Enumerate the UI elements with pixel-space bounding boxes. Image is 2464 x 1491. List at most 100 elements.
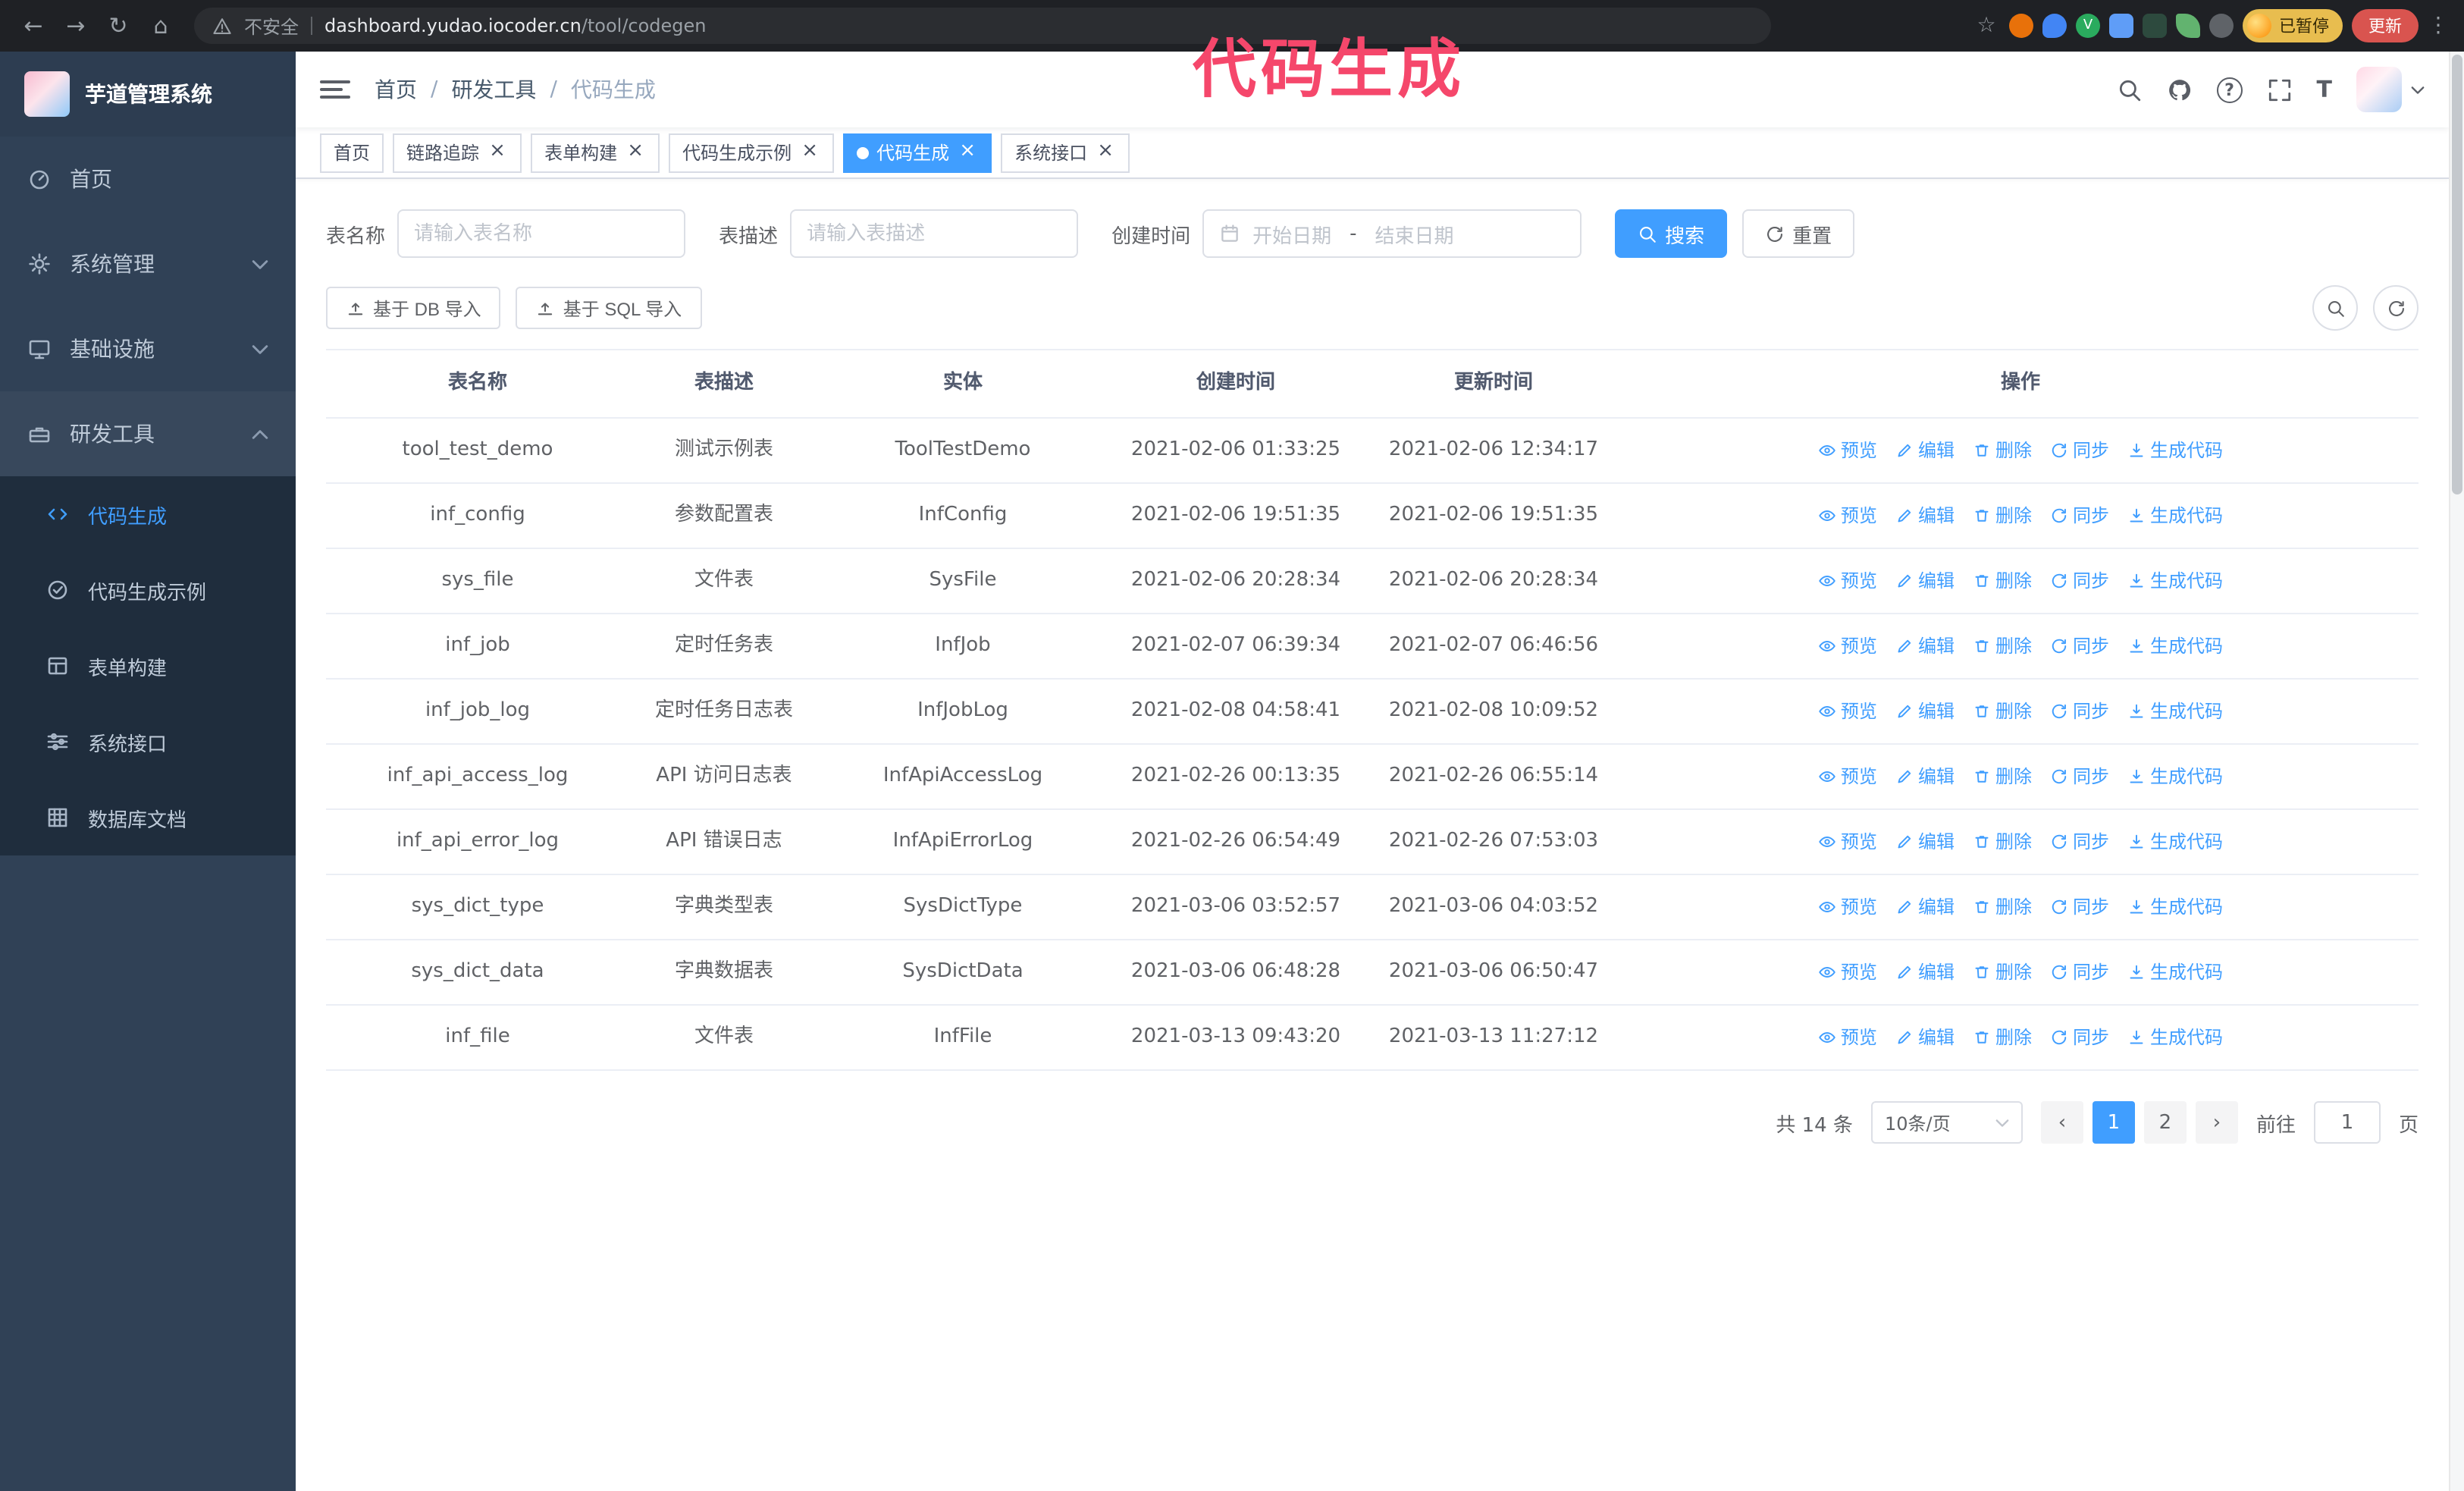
generate-code-button[interactable]: 生成代码: [2127, 827, 2223, 857]
github-icon[interactable]: [2167, 77, 2193, 102]
sidebar-item-api[interactable]: 系统接口: [0, 704, 296, 780]
preview-button[interactable]: 预览: [1818, 827, 1877, 857]
table-desc-input[interactable]: [790, 209, 1079, 258]
generate-code-button[interactable]: 生成代码: [2127, 957, 2223, 987]
generate-code-button[interactable]: 生成代码: [2127, 1022, 2223, 1053]
refresh-table-button[interactable]: [2373, 285, 2419, 331]
preview-button[interactable]: 预览: [1818, 696, 1877, 727]
tab-trace[interactable]: 链路追踪 ×: [393, 133, 522, 172]
generate-code-button[interactable]: 生成代码: [2127, 566, 2223, 596]
sync-button[interactable]: 同步: [2050, 761, 2109, 792]
edit-button[interactable]: 编辑: [1895, 827, 1955, 857]
sync-button[interactable]: 同步: [2050, 435, 2109, 466]
sidebar-item-infra[interactable]: 基础设施: [0, 306, 296, 391]
sync-button[interactable]: 同步: [2050, 501, 2109, 531]
sync-button[interactable]: 同步: [2050, 827, 2109, 857]
close-icon[interactable]: ×: [625, 140, 646, 163]
close-icon[interactable]: ×: [957, 140, 978, 163]
goto-page-input[interactable]: [2313, 1101, 2381, 1144]
search-button[interactable]: 搜索: [1615, 209, 1728, 258]
search-icon[interactable]: [2117, 77, 2143, 102]
browser-back-button[interactable]: ←: [15, 8, 52, 44]
breadcrumb-link[interactable]: 研发工具: [451, 74, 536, 105]
reset-button[interactable]: 重置: [1742, 209, 1855, 258]
edit-button[interactable]: 编辑: [1895, 957, 1955, 987]
toggle-search-button[interactable]: [2312, 285, 2358, 331]
sync-button[interactable]: 同步: [2050, 696, 2109, 727]
edit-button[interactable]: 编辑: [1895, 566, 1955, 596]
breadcrumb-link[interactable]: 首页: [375, 74, 417, 105]
sync-button[interactable]: 同步: [2050, 1022, 2109, 1053]
delete-button[interactable]: 删除: [1973, 566, 2032, 596]
extension-icon-blue-drop[interactable]: [2042, 14, 2067, 38]
bookmark-star-icon[interactable]: ☆: [1973, 14, 2000, 38]
sync-button[interactable]: 同步: [2050, 892, 2109, 922]
page-button-1[interactable]: 1: [2092, 1101, 2135, 1144]
delete-button[interactable]: 删除: [1973, 696, 2032, 727]
page-button-2[interactable]: 2: [2143, 1101, 2187, 1144]
delete-button[interactable]: 删除: [1973, 957, 2032, 987]
next-page-button[interactable]: ›: [2195, 1101, 2238, 1144]
browser-menu-icon[interactable]: ⋮: [2428, 14, 2449, 38]
address-bar[interactable]: 不安全 dashboard.yudao.iocoder.cn/tool/code…: [194, 8, 1771, 44]
close-icon[interactable]: ×: [487, 140, 508, 163]
preview-button[interactable]: 预览: [1818, 1022, 1877, 1053]
date-range-picker[interactable]: 开始日期 - 结束日期: [1202, 209, 1582, 258]
sidebar-item-db-doc[interactable]: 数据库文档: [0, 780, 296, 855]
tab-codegen[interactable]: 代码生成 ×: [843, 133, 992, 172]
font-size-icon[interactable]: T: [2317, 76, 2332, 103]
page-scrollbar[interactable]: [2449, 52, 2464, 1491]
close-icon[interactable]: ×: [1095, 140, 1116, 163]
preview-button[interactable]: 预览: [1818, 957, 1877, 987]
preview-button[interactable]: 预览: [1818, 566, 1877, 596]
sidebar-item-system[interactable]: 系统管理: [0, 221, 296, 306]
extension-icon-orange[interactable]: [2009, 14, 2033, 38]
edit-button[interactable]: 编辑: [1895, 1022, 1955, 1053]
edit-button[interactable]: 编辑: [1895, 501, 1955, 531]
generate-code-button[interactable]: 生成代码: [2127, 435, 2223, 466]
table-name-input[interactable]: [397, 209, 686, 258]
import-db-button[interactable]: 基于 DB 导入: [326, 287, 501, 329]
browser-forward-button[interactable]: →: [58, 8, 94, 44]
tab-api[interactable]: 系统接口 ×: [1001, 133, 1130, 172]
close-icon[interactable]: ×: [799, 140, 820, 163]
preview-button[interactable]: 预览: [1818, 631, 1877, 661]
generate-code-button[interactable]: 生成代码: [2127, 761, 2223, 792]
sync-button[interactable]: 同步: [2050, 957, 2109, 987]
delete-button[interactable]: 删除: [1973, 501, 2032, 531]
generate-code-button[interactable]: 生成代码: [2127, 892, 2223, 922]
preview-button[interactable]: 预览: [1818, 435, 1877, 466]
delete-button[interactable]: 删除: [1973, 435, 2032, 466]
sidebar-item-form-builder[interactable]: 表单构建: [0, 628, 296, 704]
extensions-puzzle-icon[interactable]: [2209, 14, 2234, 38]
browser-reload-button[interactable]: ↻: [100, 8, 136, 44]
delete-button[interactable]: 删除: [1973, 892, 2032, 922]
sidebar-item-codegen-example[interactable]: 代码生成示例: [0, 552, 296, 628]
extension-icon-people[interactable]: [2109, 14, 2133, 38]
sidebar-item-devtools[interactable]: 研发工具: [0, 391, 296, 476]
preview-button[interactable]: 预览: [1818, 761, 1877, 792]
scrollbar-thumb[interactable]: [2452, 55, 2462, 494]
preview-button[interactable]: 预览: [1818, 501, 1877, 531]
sidebar-item-home[interactable]: 首页: [0, 137, 296, 221]
help-icon[interactable]: ?: [2216, 77, 2243, 102]
sync-button[interactable]: 同步: [2050, 631, 2109, 661]
delete-button[interactable]: 删除: [1973, 761, 2032, 792]
sidebar-toggle-button[interactable]: [320, 80, 350, 99]
tab-form-builder[interactable]: 表单构建 ×: [531, 133, 660, 172]
edit-button[interactable]: 编辑: [1895, 761, 1955, 792]
delete-button[interactable]: 删除: [1973, 827, 2032, 857]
browser-home-button[interactable]: ⌂: [143, 8, 179, 44]
import-sql-button[interactable]: 基于 SQL 导入: [516, 287, 702, 329]
preview-button[interactable]: 预览: [1818, 892, 1877, 922]
sync-button[interactable]: 同步: [2050, 566, 2109, 596]
tab-home[interactable]: 首页: [320, 133, 384, 172]
edit-button[interactable]: 编辑: [1895, 435, 1955, 466]
prev-page-button[interactable]: ‹: [2040, 1101, 2083, 1144]
sidebar-item-codegen[interactable]: 代码生成: [0, 476, 296, 552]
fullscreen-icon[interactable]: [2267, 77, 2293, 102]
generate-code-button[interactable]: 生成代码: [2127, 631, 2223, 661]
edit-button[interactable]: 编辑: [1895, 892, 1955, 922]
extension-icon-dark[interactable]: [2143, 14, 2167, 38]
edit-button[interactable]: 编辑: [1895, 631, 1955, 661]
